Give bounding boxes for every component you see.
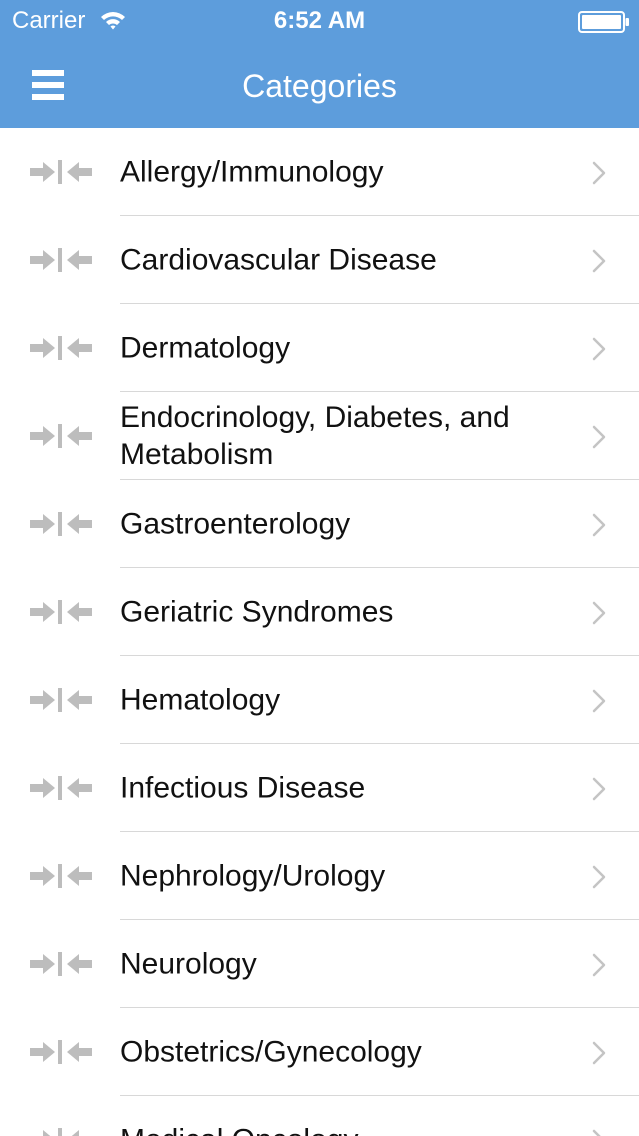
collapse-arrows-icon <box>30 1128 92 1136</box>
collapse-arrows-icon <box>30 864 92 888</box>
category-row[interactable]: Endocrinology, Diabetes, and Metabolism <box>0 392 639 480</box>
category-row[interactable]: Neurology <box>0 920 639 1008</box>
category-row[interactable]: Obstetrics/Gynecology <box>0 1008 639 1096</box>
status-time: 6:52 AM <box>273 7 366 34</box>
status-bar: Carrier 6:52 AM <box>0 0 639 42</box>
chevron-right-icon <box>592 953 606 977</box>
collapse-arrows-icon <box>30 512 92 536</box>
chevron-right-icon <box>592 1129 601 1136</box>
category-row[interactable]: Geriatric Syndromes <box>0 568 639 656</box>
chevron-right-icon <box>592 777 606 801</box>
chevron-right-icon <box>592 337 606 361</box>
category-row[interactable]: Nephrology/Urology <box>0 832 639 920</box>
page-title: Categories <box>242 68 397 104</box>
chevron-right-icon <box>592 161 606 185</box>
collapse-arrows-icon <box>30 1040 92 1064</box>
category-row[interactable]: Infectious Disease <box>0 744 639 832</box>
chevron-right-icon <box>592 865 606 889</box>
category-label: Allergy/Immunology <box>120 155 384 189</box>
collapse-arrows-icon <box>30 336 92 360</box>
collapse-arrows-icon <box>30 688 92 712</box>
category-label: Infectious Disease <box>120 771 366 805</box>
chevron-right-icon <box>592 689 606 713</box>
collapse-arrows-icon <box>30 776 92 800</box>
chevron-right-icon <box>592 1041 606 1065</box>
chevron-right-icon <box>592 425 606 449</box>
collapse-arrows-icon <box>30 600 92 624</box>
category-label: Hematology <box>120 683 281 717</box>
category-label: Geriatric Syndromes <box>120 595 394 629</box>
category-row[interactable]: Gastroenterology <box>0 480 639 568</box>
category-label: Cardiovascular Disease <box>120 243 437 277</box>
category-label: Nephrology/Urology <box>120 859 386 893</box>
category-label: Gastroenterology <box>120 507 351 541</box>
app-header: Carrier 6:52 AM Categories <box>0 0 639 128</box>
chevron-right-icon <box>592 601 606 625</box>
nav-bar: Categories <box>0 42 639 128</box>
category-label: Dermatology <box>120 331 291 365</box>
category-row[interactable]: Cardiovascular Disease <box>0 216 639 304</box>
category-list: Allergy/Immunology Cardiovascular Disease… <box>0 128 639 1136</box>
collapse-arrows-icon <box>30 248 92 272</box>
category-label: Neurology <box>120 947 257 981</box>
category-label: Medical Oncology <box>120 1122 560 1136</box>
category-row[interactable]: Allergy/Immunology <box>0 128 639 216</box>
battery-icon <box>578 11 629 33</box>
chevron-right-icon <box>592 513 606 537</box>
collapse-arrows-icon <box>30 160 92 184</box>
chevron-right-icon <box>592 249 606 273</box>
collapse-arrows-icon <box>30 952 92 976</box>
category-row[interactable]: Dermatology <box>0 304 639 392</box>
collapse-arrows-icon <box>30 424 92 448</box>
category-row[interactable]: Hematology <box>0 656 639 744</box>
category-label: Obstetrics/Gynecology <box>120 1035 422 1069</box>
category-label: Endocrinology, Diabetes, and Metabolism <box>120 401 510 471</box>
category-row[interactable]: Medical Oncology <box>0 1096 639 1136</box>
